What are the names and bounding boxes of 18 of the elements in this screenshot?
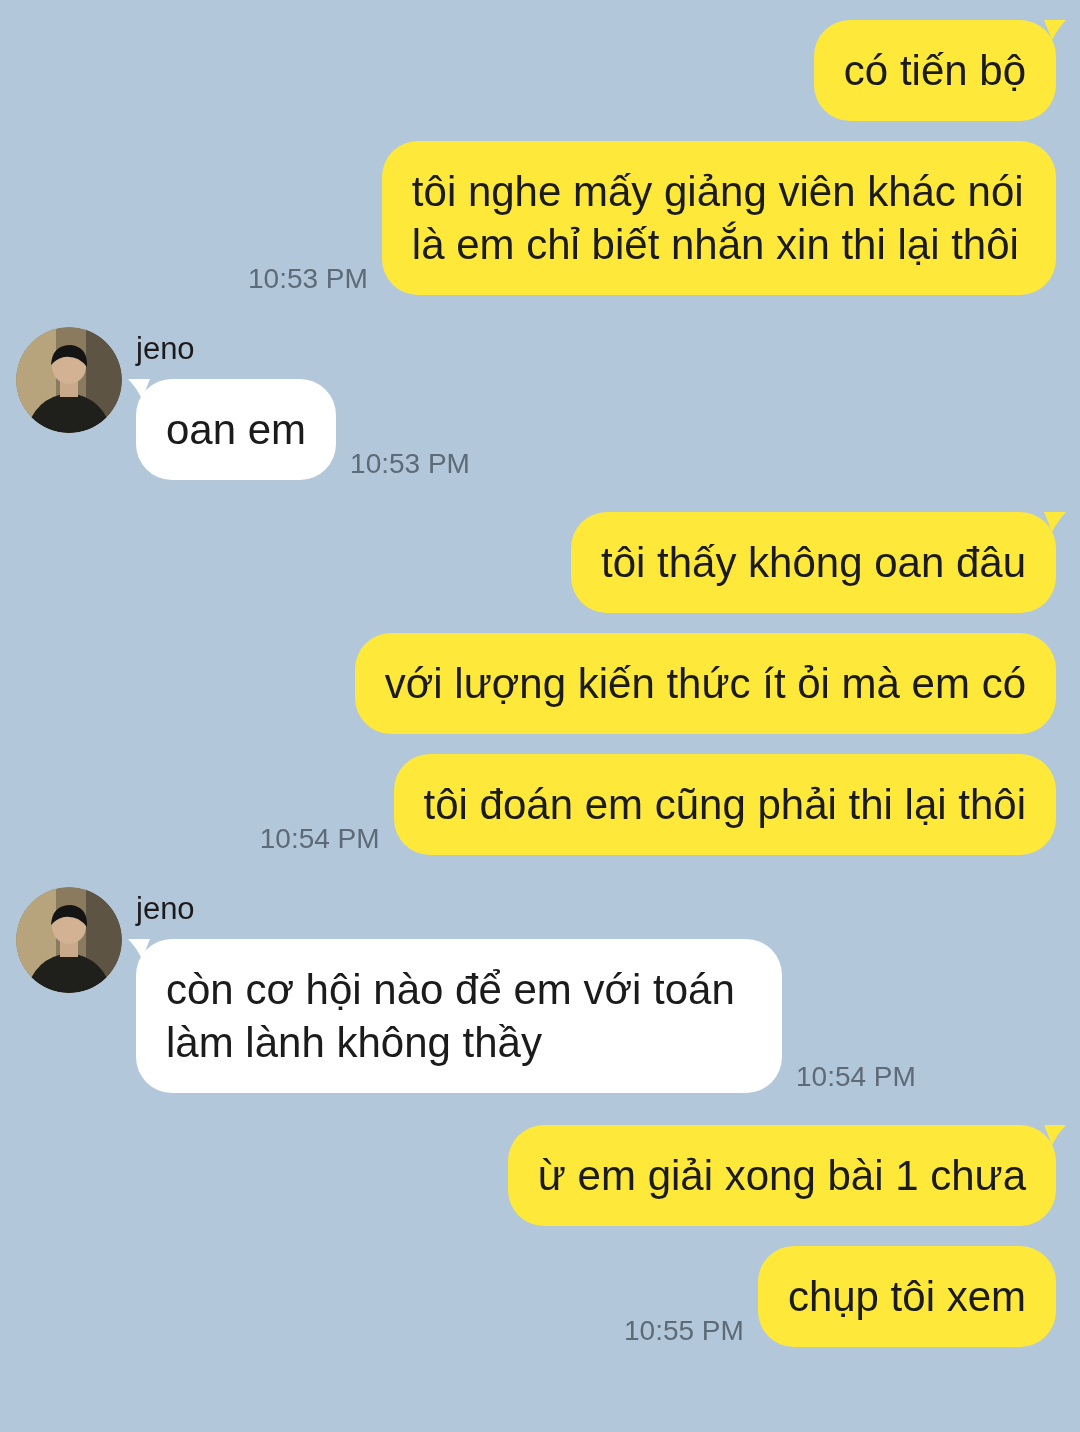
message-time: 10:53 PM [350, 450, 470, 480]
message-time: 10:53 PM [248, 265, 368, 295]
sent-message: chụp tôi xem [757, 1246, 1056, 1347]
sent-message: tôi đoán em cũng phải thi lại thôi [393, 754, 1056, 855]
sent-message: ừ em giải xong bài 1 chưa [507, 1125, 1056, 1226]
sent-message: tôi thấy không oan đâu [571, 512, 1056, 613]
message-time: 10:54 PM [796, 1063, 916, 1093]
received-message: oan em [136, 379, 337, 480]
sender-name: jeno [136, 333, 196, 364]
sent-message: với lượng kiến thức ít ỏi mà em có [354, 633, 1056, 734]
message-time: 10:55 PM [624, 1317, 744, 1347]
sender-name: jeno [136, 893, 196, 924]
sent-message: có tiến bộ [813, 20, 1056, 121]
bubble-tail [128, 939, 150, 959]
message-time: 10:54 PM [259, 825, 380, 855]
sent-message: tôi nghe mấy giảng viên khác nói là em chỉ biết nhắn xin thi lại thôi [381, 141, 1056, 295]
received-message: còn cơ hội nào để em với toán làm lành không thầy [136, 939, 782, 1093]
bubble-tail [128, 379, 150, 399]
